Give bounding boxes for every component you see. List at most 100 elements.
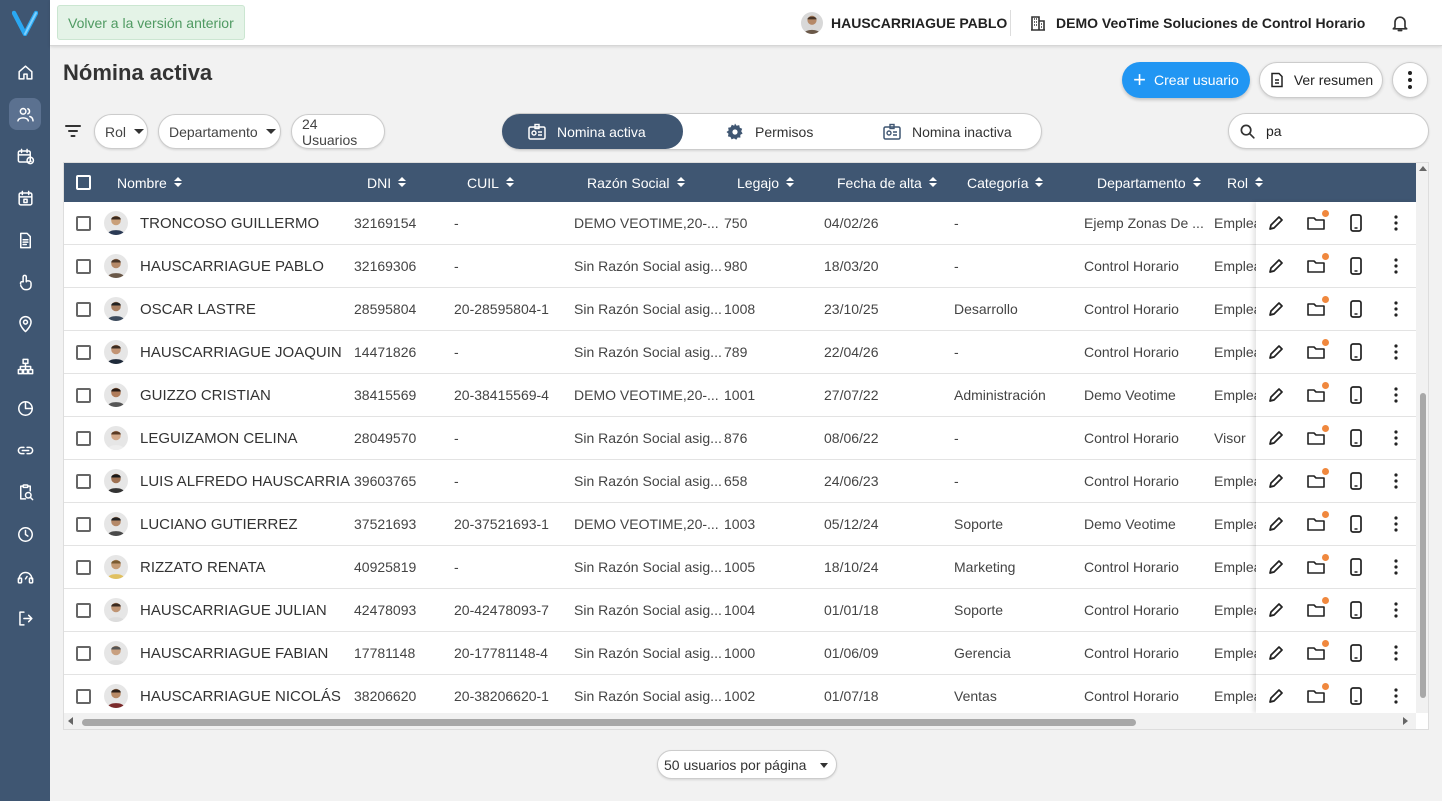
tab-nomina-activa[interactable]: Nomina activa (502, 114, 683, 149)
create-user-button[interactable]: + Crear usuario (1122, 62, 1250, 98)
per-page-dropdown[interactable]: 50 usuarios por página (657, 750, 837, 779)
folder-icon[interactable] (1306, 640, 1329, 663)
more-options-button[interactable] (1392, 62, 1428, 98)
table-row[interactable]: HAUSCARRIAGUE NICOLÁS 38206620 20-38206620… (64, 675, 1416, 718)
phone-icon[interactable] (1346, 643, 1366, 663)
phone-icon[interactable] (1346, 385, 1366, 405)
more-vert-icon[interactable] (1386, 428, 1406, 448)
sidebar-item-users[interactable] (9, 98, 41, 130)
folder-icon[interactable] (1306, 210, 1329, 233)
column-header-fecha-alta[interactable]: Fecha de alta (837, 163, 937, 202)
row-checkbox[interactable] (76, 202, 91, 244)
phone-icon[interactable] (1346, 514, 1366, 534)
row-checkbox[interactable] (76, 675, 91, 717)
horizontal-scrollbar[interactable] (64, 713, 1416, 729)
cell-nombre[interactable]: LUCIANO GUTIERREZ (140, 503, 350, 545)
edit-icon[interactable] (1266, 686, 1286, 706)
logo[interactable] (0, 0, 50, 46)
folder-icon[interactable] (1306, 511, 1329, 534)
edit-icon[interactable] (1266, 514, 1286, 534)
more-vert-icon[interactable] (1386, 557, 1406, 577)
search-box[interactable] (1228, 113, 1429, 149)
column-header-razon-social[interactable]: Razón Social (587, 163, 685, 202)
vertical-scrollbar[interactable] (1416, 163, 1428, 713)
edit-icon[interactable] (1266, 385, 1286, 405)
more-vert-icon[interactable] (1386, 600, 1406, 620)
folder-icon[interactable] (1306, 554, 1329, 577)
row-checkbox[interactable] (76, 417, 91, 459)
role-filter-dropdown[interactable]: Rol (94, 114, 148, 149)
sidebar-item-links[interactable] (9, 434, 41, 466)
cell-nombre[interactable]: HAUSCARRIAGUE FABIAN (140, 632, 350, 674)
folder-icon[interactable] (1306, 339, 1329, 362)
row-checkbox[interactable] (76, 632, 91, 674)
column-header-categoria[interactable]: Categoría (967, 163, 1044, 202)
row-checkbox[interactable] (76, 503, 91, 545)
back-to-previous-version-button[interactable]: Volver a la versión anterior (57, 5, 245, 40)
cell-nombre[interactable]: OSCAR LASTRE (140, 288, 350, 330)
table-row[interactable]: GUIZZO CRISTIAN 38415569 20-38415569-4 DEMO… (64, 374, 1416, 417)
column-header-rol[interactable]: Rol (1227, 163, 1264, 202)
sidebar-item-calendar[interactable] (9, 182, 41, 214)
edit-icon[interactable] (1266, 342, 1286, 362)
table-row[interactable]: HAUSCARRIAGUE PABLO 32169306 - Sin Razón So… (64, 245, 1416, 288)
row-checkbox[interactable] (76, 331, 91, 373)
current-user[interactable]: HAUSCARRIAGUE PABLO (801, 0, 1007, 46)
more-vert-icon[interactable] (1386, 256, 1406, 276)
phone-icon[interactable] (1346, 557, 1366, 577)
column-header-nombre[interactable]: Nombre (117, 163, 182, 202)
sidebar-item-support[interactable] (9, 560, 41, 592)
more-vert-icon[interactable] (1386, 514, 1406, 534)
vertical-scrollbar-thumb[interactable] (1420, 393, 1426, 698)
table-row[interactable]: HAUSCARRIAGUE JULIAN 42478093 20-42478093-… (64, 589, 1416, 632)
sidebar-item-home[interactable] (9, 56, 41, 88)
more-vert-icon[interactable] (1386, 342, 1406, 362)
column-header-legajo[interactable]: Legajo (737, 163, 795, 202)
edit-icon[interactable] (1266, 471, 1286, 491)
folder-icon[interactable] (1306, 253, 1329, 276)
cell-nombre[interactable]: LEGUIZAMON CELINA (140, 417, 350, 459)
column-header-departamento[interactable]: Departamento (1097, 163, 1201, 202)
table-row[interactable]: LUIS ALFREDO HAUSCARRIA... 39603765 - Sin R… (64, 460, 1416, 503)
scroll-right-arrow-icon[interactable] (1403, 717, 1408, 725)
tab-nomina-inactiva[interactable]: Nomina inactiva (882, 114, 1042, 149)
cell-nombre[interactable]: HAUSCARRIAGUE PABLO (140, 245, 350, 287)
table-row[interactable]: HAUSCARRIAGUE JOAQUIN 14471826 - Sin Razón … (64, 331, 1416, 374)
filter-icon[interactable] (64, 122, 82, 140)
cell-nombre[interactable]: GUIZZO CRISTIAN (140, 374, 350, 416)
folder-icon[interactable] (1306, 382, 1329, 405)
scroll-left-arrow-icon[interactable] (68, 717, 73, 725)
edit-icon[interactable] (1266, 428, 1286, 448)
phone-icon[interactable] (1346, 213, 1366, 233)
phone-icon[interactable] (1346, 342, 1366, 362)
sidebar-item-history[interactable] (9, 518, 41, 550)
department-filter-dropdown[interactable]: Departamento (158, 114, 281, 149)
scroll-up-arrow-icon[interactable] (1419, 166, 1427, 171)
row-checkbox[interactable] (76, 245, 91, 287)
tab-permisos[interactable]: Permisos (725, 114, 855, 149)
phone-icon[interactable] (1346, 686, 1366, 706)
table-row[interactable]: LUCIANO GUTIERREZ 37521693 20-37521693-1 DE… (64, 503, 1416, 546)
select-all-checkbox[interactable] (76, 163, 91, 202)
row-checkbox[interactable] (76, 546, 91, 588)
bell-icon[interactable] (1390, 13, 1410, 33)
row-checkbox[interactable] (76, 374, 91, 416)
view-summary-button[interactable]: Ver resumen (1259, 62, 1383, 98)
edit-icon[interactable] (1266, 643, 1286, 663)
sidebar-item-logout[interactable] (9, 602, 41, 634)
more-vert-icon[interactable] (1386, 213, 1406, 233)
folder-icon[interactable] (1306, 425, 1329, 448)
edit-icon[interactable] (1266, 557, 1286, 577)
row-checkbox[interactable] (76, 589, 91, 631)
sidebar-item-reports[interactable] (9, 392, 41, 424)
column-header-dni[interactable]: DNI (367, 163, 407, 202)
phone-icon[interactable] (1346, 428, 1366, 448)
sidebar-item-locations[interactable] (9, 308, 41, 340)
cell-nombre[interactable]: TRONCOSO GUILLERMO (140, 202, 350, 244)
company-selector[interactable]: DEMO VeoTime Soluciones de Control Horar… (1030, 0, 1365, 46)
row-checkbox[interactable] (76, 288, 91, 330)
phone-icon[interactable] (1346, 471, 1366, 491)
phone-icon[interactable] (1346, 299, 1366, 319)
phone-icon[interactable] (1346, 600, 1366, 620)
phone-icon[interactable] (1346, 256, 1366, 276)
